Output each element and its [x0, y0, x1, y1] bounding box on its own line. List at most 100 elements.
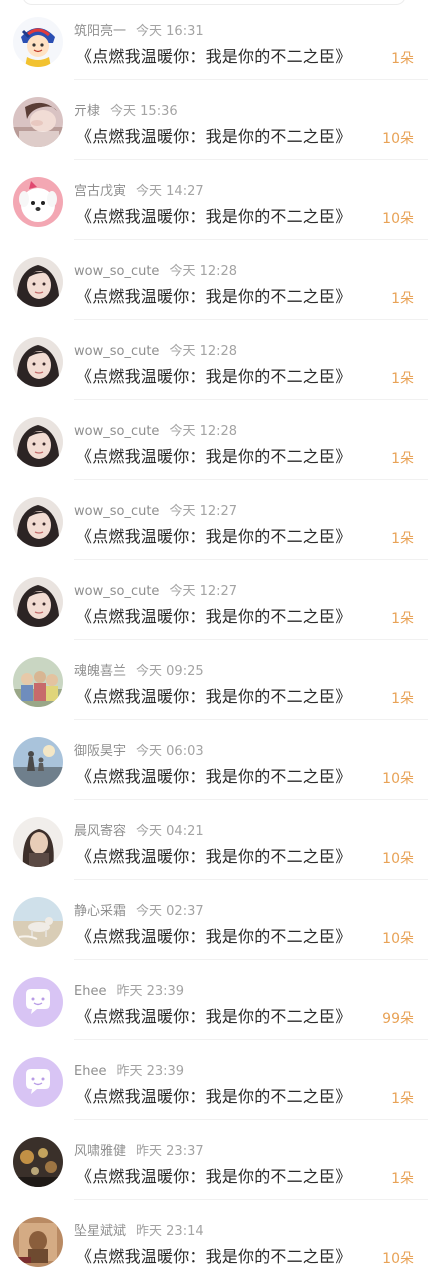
anime-avatar-icon[interactable]	[13, 17, 63, 67]
username[interactable]: 静心采霜	[74, 904, 126, 919]
girl-photo-avatar-icon[interactable]	[13, 577, 63, 627]
username[interactable]: 亓棣	[74, 104, 100, 119]
gift-title: 《点燃我温暖你：我是你的不二之臣》	[76, 1247, 352, 1266]
username[interactable]: 御阪昊宇	[74, 744, 126, 759]
gift-title: 《点燃我温暖你：我是你的不二之臣》	[76, 927, 352, 946]
flower-count: 10朵	[382, 1251, 414, 1267]
gift-record-row[interactable]: wow_so_cute 今天 12:27 《点燃我温暖你：我是你的不二之臣》 1朵	[0, 480, 428, 560]
flower-count: 1朵	[391, 1171, 414, 1187]
chat-bubble-avatar-icon[interactable]	[13, 1057, 63, 1107]
gift-title: 《点燃我温暖你：我是你的不二之臣》	[76, 847, 352, 866]
record-meta: 晨风寄容 今天 04:21	[74, 824, 204, 840]
username[interactable]: 筑阳亮一	[74, 24, 126, 39]
gift-record-row[interactable]: 风啸雅健 昨天 23:37 《点燃我温暖你：我是你的不二之臣》 1朵	[0, 1120, 428, 1200]
gift-record-row[interactable]: 筑阳亮一 今天 16:31 《点燃我温暖你：我是你的不二之臣》 1朵	[0, 0, 428, 80]
username[interactable]: 魂魄喜兰	[74, 664, 126, 679]
timestamp: 今天 04:21	[136, 824, 204, 839]
record-meta: wow_so_cute 今天 12:27	[74, 584, 237, 600]
record-meta: Ehee 昨天 23:39	[74, 1064, 184, 1080]
flower-count: 1朵	[391, 51, 414, 67]
gift-record-row[interactable]: 魂魄喜兰 今天 09:25 《点燃我温暖你：我是你的不二之臣》 1朵	[0, 640, 428, 720]
username[interactable]: wow_so_cute	[74, 584, 159, 599]
girl-photo-avatar-icon[interactable]	[13, 417, 63, 467]
record-meta: 魂魄喜兰 今天 09:25	[74, 664, 204, 680]
flower-count: 10朵	[382, 771, 414, 787]
gift-title: 《点燃我温暖你：我是你的不二之臣》	[76, 1087, 352, 1106]
gift-record-row[interactable]: Ehee 昨天 23:39 《点燃我温暖你：我是你的不二之臣》 1朵	[0, 1040, 428, 1120]
portrait-photo-avatar-icon[interactable]	[13, 817, 63, 867]
username[interactable]: Ehee	[74, 1064, 106, 1079]
record-meta: 御阪昊宇 今天 06:03	[74, 744, 204, 760]
dog-beach-avatar-icon[interactable]	[13, 897, 63, 947]
gift-title: 《点燃我温暖你：我是你的不二之臣》	[76, 207, 352, 226]
username[interactable]: wow_so_cute	[74, 504, 159, 519]
gift-title: 《点燃我温暖你：我是你的不二之臣》	[76, 367, 352, 386]
gift-title: 《点燃我温暖你：我是你的不二之臣》	[76, 127, 352, 146]
vintage-photo-avatar-icon[interactable]	[13, 1217, 63, 1267]
gift-title: 《点燃我温暖你：我是你的不二之臣》	[76, 447, 352, 466]
beach-photo-avatar-icon[interactable]	[13, 737, 63, 787]
username[interactable]: wow_so_cute	[74, 264, 159, 279]
flower-count: 1朵	[391, 531, 414, 547]
flower-count: 10朵	[382, 211, 414, 227]
username[interactable]: 坠星斌斌	[74, 1224, 126, 1239]
record-meta: 筑阳亮一 今天 16:31	[74, 24, 204, 40]
girl-photo-avatar-icon[interactable]	[13, 337, 63, 387]
gift-record-row[interactable]: wow_so_cute 今天 12:28 《点燃我温暖你：我是你的不二之臣》 1朵	[0, 400, 428, 480]
record-meta: 宫古戊寅 今天 14:27	[74, 184, 204, 200]
chat-bubble-avatar-icon[interactable]	[13, 977, 63, 1027]
record-meta: Ehee 昨天 23:39	[74, 984, 184, 1000]
username[interactable]: Ehee	[74, 984, 106, 999]
timestamp: 今天 12:27	[169, 584, 238, 599]
username[interactable]: wow_so_cute	[74, 344, 159, 359]
gift-record-list: 筑阳亮一 今天 16:31 《点燃我温暖你：我是你的不二之臣》 1朵 亓棣 今天 1…	[0, 0, 428, 1280]
username[interactable]: 宫古戊寅	[74, 184, 126, 199]
gift-record-row[interactable]: 晨风寄容 今天 04:21 《点燃我温暖你：我是你的不二之臣》 10朵	[0, 800, 428, 880]
gift-title: 《点燃我温暖你：我是你的不二之臣》	[76, 1007, 352, 1026]
photo-avatar-icon[interactable]	[13, 97, 63, 147]
night-lights-avatar-icon[interactable]	[13, 1137, 63, 1187]
timestamp: 今天 12:27	[169, 504, 238, 519]
username[interactable]: wow_so_cute	[74, 424, 159, 439]
flower-count: 10朵	[382, 931, 414, 947]
gift-record-row[interactable]: 宫古戊寅 今天 14:27 《点燃我温暖你：我是你的不二之臣》 10朵	[0, 160, 428, 240]
flower-count: 1朵	[391, 291, 414, 307]
timestamp: 昨天 23:39	[116, 1064, 185, 1079]
gift-title: 《点燃我温暖你：我是你的不二之臣》	[76, 687, 352, 706]
gift-title: 《点燃我温暖你：我是你的不二之臣》	[76, 47, 352, 66]
username[interactable]: 晨风寄容	[74, 824, 126, 839]
record-meta: wow_so_cute 今天 12:28	[74, 344, 237, 360]
flower-count: 1朵	[391, 451, 414, 467]
gift-title: 《点燃我温暖你：我是你的不二之臣》	[76, 287, 352, 306]
flower-count: 1朵	[391, 691, 414, 707]
gift-record-row[interactable]: 静心采霜 今天 02:37 《点燃我温暖你：我是你的不二之臣》 10朵	[0, 880, 428, 960]
record-meta: 静心采霜 今天 02:37	[74, 904, 204, 920]
gift-title: 《点燃我温暖你：我是你的不二之臣》	[76, 1167, 352, 1186]
gift-record-row[interactable]: wow_so_cute 今天 12:28 《点燃我温暖你：我是你的不二之臣》 1朵	[0, 320, 428, 400]
gift-record-row[interactable]: 坠星斌斌 昨天 23:14 《点燃我温暖你：我是你的不二之臣》 10朵	[0, 1200, 428, 1280]
timestamp: 昨天 23:14	[136, 1224, 204, 1239]
flower-count: 99朵	[382, 1011, 414, 1027]
gift-record-row[interactable]: wow_so_cute 今天 12:27 《点燃我温暖你：我是你的不二之臣》 1朵	[0, 560, 428, 640]
timestamp: 今天 14:27	[136, 184, 204, 199]
timestamp: 昨天 23:37	[136, 1144, 204, 1159]
gift-record-row[interactable]: 亓棣 今天 15:36 《点燃我温暖你：我是你的不二之臣》 10朵	[0, 80, 428, 160]
username[interactable]: 风啸雅健	[74, 1144, 126, 1159]
record-meta: wow_so_cute 今天 12:27	[74, 504, 237, 520]
group-photo-avatar-icon[interactable]	[13, 657, 63, 707]
gift-title: 《点燃我温暖你：我是你的不二之臣》	[76, 607, 352, 626]
girl-photo-avatar-icon[interactable]	[13, 257, 63, 307]
gift-record-row[interactable]: Ehee 昨天 23:39 《点燃我温暖你：我是你的不二之臣》 99朵	[0, 960, 428, 1040]
gift-record-row[interactable]: 御阪昊宇 今天 06:03 《点燃我温暖你：我是你的不二之臣》 10朵	[0, 720, 428, 800]
girl-photo-avatar-icon[interactable]	[13, 497, 63, 547]
puppy-avatar-icon[interactable]	[13, 177, 63, 227]
timestamp: 今天 12:28	[169, 264, 238, 279]
gift-title: 《点燃我温暖你：我是你的不二之臣》	[76, 767, 352, 786]
record-meta: 坠星斌斌 昨天 23:14	[74, 1224, 204, 1240]
flower-count: 1朵	[391, 1091, 414, 1107]
gift-record-row[interactable]: wow_so_cute 今天 12:28 《点燃我温暖你：我是你的不二之臣》 1朵	[0, 240, 428, 320]
timestamp: 今天 12:28	[169, 344, 238, 359]
timestamp: 今天 09:25	[136, 664, 204, 679]
flower-count: 1朵	[391, 611, 414, 627]
record-meta: wow_so_cute 今天 12:28	[74, 264, 237, 280]
